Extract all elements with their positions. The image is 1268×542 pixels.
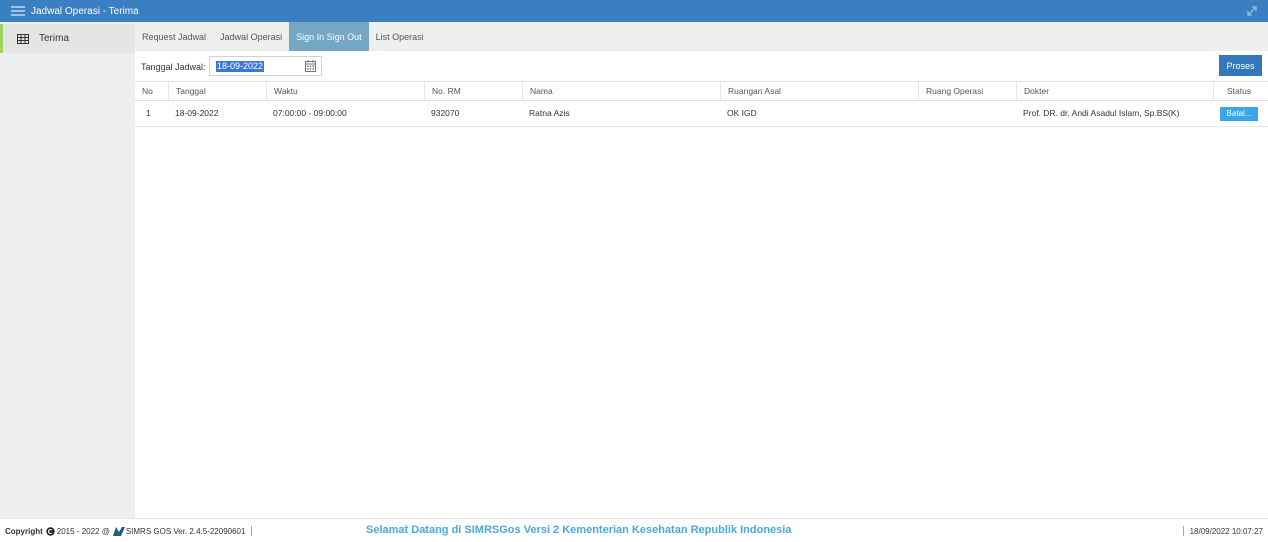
column-header-no[interactable]: No [135, 82, 165, 101]
operation-table: No Tanggal Waktu No. RM Nama Ruangan Asa… [135, 81, 1268, 127]
column-header-status[interactable]: Status [1213, 82, 1268, 101]
tab-jadwal-operasi[interactable]: Jadwal Operasi [213, 22, 289, 51]
footer-datetime: 18/09/2022 10:07:27 [1189, 526, 1263, 536]
simrs-logo-icon [112, 526, 125, 536]
cell-waktu: 07:00:00 - 09:00:00 [273, 108, 347, 118]
cell-no: 1 [146, 108, 151, 118]
filter-toolbar: Tanggal Jadwal: 18-09-2022 Proses [135, 51, 1268, 81]
column-header-waktu[interactable]: Waktu [266, 82, 423, 101]
batal-button[interactable]: Batal... [1220, 107, 1258, 121]
cell-ruangan-asal: OK IGD [727, 108, 757, 118]
cell-tanggal: 18-09-2022 [175, 108, 219, 118]
column-header-tanggal[interactable]: Tanggal [168, 82, 267, 101]
cell-nama: Ratna Azis [529, 108, 570, 118]
copyright-label: Copyright [5, 526, 43, 536]
window-title: Jadwal Operasi - Terima [31, 5, 139, 17]
cell-ruang-operasi [918, 101, 925, 126]
footer-copyright: Copyright 2015 - 2022 @ SIMRS GOS Ver. 2… [5, 526, 253, 536]
expand-icon[interactable] [1246, 5, 1258, 17]
tanggal-jadwal-value: 18-09-2022 [216, 61, 265, 72]
sidebar: Terima [0, 22, 135, 518]
footer-clock: 18/09/2022 10:07:27 [1182, 526, 1263, 536]
copyright-years: 2015 - 2022 @ [56, 526, 110, 536]
tab-request-jadwal[interactable]: Request Jadwal [135, 22, 213, 51]
tab-sign-in-sign-out[interactable]: Sign In Sign Out [289, 22, 369, 51]
tanggal-jadwal-input[interactable]: 18-09-2022 [209, 56, 322, 76]
hamburger-menu-icon[interactable] [11, 6, 25, 16]
cell-no-rm: 932070 [431, 108, 460, 118]
window-titlebar: Jadwal Operasi - Terima [0, 0, 1268, 22]
footer-divider [251, 526, 253, 536]
tab-bar: Request Jadwal Jadwal Operasi Sign In Si… [135, 22, 1268, 51]
column-header-ruang-operasi[interactable]: Ruang Operasi [918, 82, 1016, 101]
table-icon [17, 33, 29, 44]
column-header-no-rm[interactable]: No. RM [424, 82, 522, 101]
cell-dokter: Prof. DR. dr. Andi Asadul Islam, Sp.BS(K… [1023, 108, 1180, 118]
column-header-ruangan-asal[interactable]: Ruangan Asal [720, 82, 918, 101]
welcome-message: Selamat Datang di SIMRSGos Versi 2 Kemen… [366, 524, 792, 536]
sidebar-item-terima[interactable]: Terima [0, 24, 135, 53]
table-row[interactable]: 1 18-09-2022 07:00:00 - 09:00:00 932070 … [135, 101, 1268, 127]
proses-button[interactable]: Proses [1219, 55, 1262, 76]
column-header-dokter[interactable]: Dokter [1016, 82, 1213, 101]
app-version: SIMRS GOS Ver. 2.4.5-22090601 [125, 526, 246, 536]
copyright-icon [46, 526, 55, 536]
sidebar-item-label: Terima [39, 33, 70, 44]
calendar-icon[interactable] [305, 60, 316, 72]
tanggal-jadwal-label: Tanggal Jadwal: [141, 62, 206, 72]
tab-list-operasi[interactable]: List Operasi [369, 22, 431, 51]
footer-divider [1182, 526, 1184, 536]
table-header: No Tanggal Waktu No. RM Nama Ruangan Asa… [135, 81, 1268, 101]
footer: Copyright 2015 - 2022 @ SIMRS GOS Ver. 2… [0, 518, 1268, 542]
column-header-nama[interactable]: Nama [522, 82, 720, 101]
